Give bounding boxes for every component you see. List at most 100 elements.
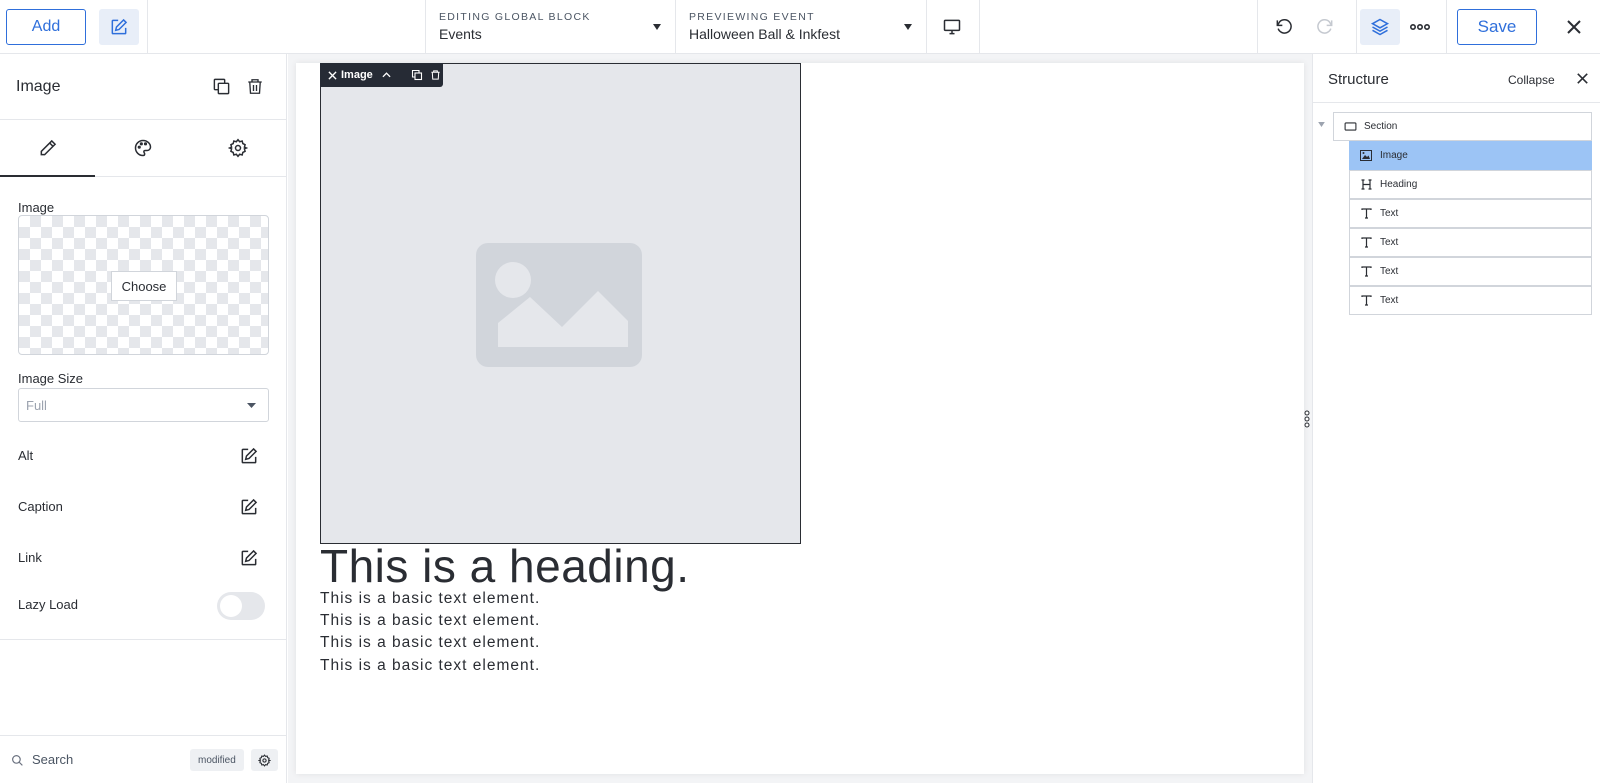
- desktop-icon: [943, 19, 961, 35]
- undo-button[interactable]: [1264, 9, 1304, 45]
- tree-item-label: Text: [1380, 266, 1399, 277]
- caret-down-icon: [247, 403, 256, 408]
- canvas-text-4[interactable]: This is a basic text element.: [320, 657, 540, 675]
- divider: [147, 0, 148, 54]
- tree-item-label: Text: [1380, 295, 1399, 306]
- more-options-button[interactable]: [1400, 9, 1440, 45]
- divider: [1257, 0, 1258, 54]
- close-icon[interactable]: [1577, 73, 1588, 84]
- device-preview-button[interactable]: [932, 9, 972, 45]
- tree-item-text[interactable]: Text: [1349, 286, 1592, 315]
- search-input[interactable]: Search: [32, 752, 73, 767]
- trash-icon[interactable]: [430, 69, 441, 81]
- image-placeholder-icon: [476, 243, 642, 367]
- edit-icon: [111, 18, 128, 35]
- text-icon: [1360, 208, 1372, 219]
- choose-image-button[interactable]: Choose: [111, 271, 177, 301]
- collapse-button[interactable]: Collapse: [1508, 73, 1555, 87]
- canvas-text-1[interactable]: This is a basic text element.: [320, 590, 540, 608]
- preview-event-label: PREVIEWING EVENT: [689, 11, 815, 23]
- text-icon: [1360, 237, 1372, 248]
- image-field-label: Image: [18, 200, 55, 215]
- preview-event-selector[interactable]: PREVIEWING EVENT Halloween Ball & Inkfes…: [675, 0, 926, 54]
- tab-style[interactable]: [95, 120, 190, 176]
- structure-header: Structure Collapse: [1313, 54, 1600, 103]
- tree-item-text[interactable]: Text: [1349, 257, 1592, 286]
- caret-down-icon: [653, 24, 661, 30]
- search-settings-button[interactable]: [251, 749, 278, 771]
- tree-item-label: Text: [1380, 208, 1399, 219]
- image-size-select[interactable]: Full: [18, 388, 269, 422]
- image-placeholder[interactable]: [320, 63, 801, 544]
- tree-item-heading[interactable]: Heading: [1349, 170, 1592, 199]
- alt-label: Alt: [18, 448, 34, 463]
- preview-event-value: Halloween Ball & Inkfest: [689, 26, 840, 42]
- image-icon: [1360, 150, 1372, 161]
- chevron-up-icon[interactable]: [382, 72, 391, 78]
- element-tag-label: Image: [341, 69, 373, 81]
- modified-badge[interactable]: modified: [190, 749, 244, 771]
- palette-icon: [134, 139, 152, 157]
- trash-icon[interactable]: [246, 77, 264, 96]
- image-size-value: Full: [26, 398, 47, 413]
- close-button[interactable]: [1554, 9, 1594, 45]
- edit-mode-button[interactable]: [99, 9, 139, 45]
- tree-item-label: Image: [1380, 150, 1408, 161]
- tree-item-label: Text: [1380, 237, 1399, 248]
- structure-toggle-button[interactable]: [1360, 9, 1400, 45]
- add-button[interactable]: Add: [6, 9, 86, 45]
- pencil-icon: [40, 139, 56, 156]
- text-icon: [1360, 295, 1372, 306]
- close-icon: [1567, 20, 1581, 34]
- edit-alt-icon[interactable]: [239, 446, 259, 466]
- divider: [979, 0, 980, 54]
- panel-tabs: [0, 120, 286, 177]
- panel-title: Image: [16, 78, 61, 95]
- canvas-text-3[interactable]: This is a basic text element.: [320, 634, 540, 652]
- global-block-selector[interactable]: EDITING GLOBAL BLOCK Events: [425, 0, 675, 54]
- undo-icon: [1276, 19, 1292, 34]
- heading-icon: [1361, 179, 1371, 190]
- link-label: Link: [18, 550, 42, 565]
- image-picker[interactable]: Choose: [18, 215, 269, 355]
- canvas-text-2[interactable]: This is a basic text element.: [320, 612, 540, 630]
- lazy-load-toggle[interactable]: [217, 592, 265, 620]
- divider: [1356, 0, 1357, 54]
- edit-caption-icon[interactable]: [239, 497, 259, 517]
- tree-item-image[interactable]: Image: [1349, 141, 1592, 170]
- save-button[interactable]: Save: [1457, 9, 1537, 45]
- tree-item-text[interactable]: Text: [1349, 228, 1592, 257]
- tree-item-section[interactable]: Section: [1333, 112, 1592, 141]
- bottom-search-bar: Search modified: [0, 735, 287, 783]
- search-icon: [12, 755, 23, 766]
- structure-title: Structure: [1328, 71, 1389, 88]
- resize-handle-icon[interactable]: [1303, 409, 1311, 429]
- divider: [1446, 0, 1447, 54]
- more-icon: [1410, 23, 1430, 31]
- edit-link-icon[interactable]: [239, 548, 259, 568]
- redo-icon: [1317, 19, 1333, 34]
- section-icon: [1344, 122, 1356, 131]
- gear-icon: [258, 753, 271, 767]
- element-tag[interactable]: Image: [320, 63, 443, 87]
- divider: [926, 0, 927, 54]
- duplicate-icon[interactable]: [411, 69, 423, 81]
- tree-item-text[interactable]: Text: [1349, 199, 1592, 228]
- text-icon: [1360, 266, 1372, 277]
- tab-content[interactable]: [0, 120, 96, 177]
- image-size-label: Image Size: [18, 371, 84, 386]
- caret-down-icon: [904, 24, 912, 30]
- gear-icon: [228, 138, 249, 158]
- tab-settings[interactable]: [191, 120, 286, 176]
- top-toolbar: Add EDITING GLOBAL BLOCK Events PREVIEWI…: [0, 0, 1600, 54]
- tree-item-label: Heading: [1380, 179, 1418, 190]
- caption-label: Caption: [18, 499, 63, 514]
- tree-toggle-icon[interactable]: [1318, 122, 1325, 127]
- duplicate-icon[interactable]: [212, 77, 231, 96]
- canvas-heading[interactable]: This is a heading.: [320, 543, 690, 589]
- tree-item-label: Section: [1364, 121, 1398, 132]
- redo-button[interactable]: [1305, 9, 1345, 45]
- panel-header: Image: [0, 54, 286, 120]
- global-block-label: EDITING GLOBAL BLOCK: [439, 11, 591, 23]
- move-icon[interactable]: [328, 70, 337, 80]
